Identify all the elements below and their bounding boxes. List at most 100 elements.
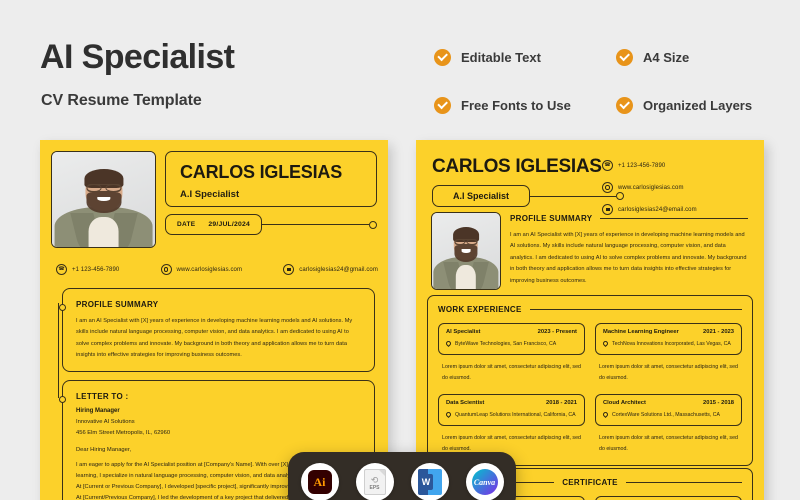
job-card: Data Scientist 2018 - 2021 QuantumLeap S… [438, 393, 585, 426]
screenshot-root: AI Specialist CV Resume Template Editabl… [0, 0, 800, 500]
profile-summary-section: PROFILE SUMMARY I am an AI Specialist wi… [510, 214, 748, 287]
contact-text: +1 123-456-7890 [72, 266, 120, 273]
word-letter: W [419, 474, 433, 490]
globe-icon [160, 264, 172, 275]
section-heading: PROFILE SUMMARY [510, 214, 593, 223]
feature-item-a4-size: A4 Size [616, 44, 689, 71]
job-entry[interactable]: AI Specialist 2023 - Present ByteWave Te… [438, 323, 585, 385]
location-pin-icon [601, 339, 610, 348]
location-pin-icon [444, 339, 453, 348]
check-circle-icon [434, 97, 451, 114]
job-location: CortexWare Solutions Ltd., Massachusetts… [612, 411, 720, 418]
contact-phone[interactable]: ☎ +1 123-456-7890 [56, 264, 119, 275]
avatar [431, 212, 501, 290]
contact-text: www.carlosiglesias.com [618, 184, 684, 191]
location-pin-icon [444, 410, 453, 418]
mail-icon [283, 264, 295, 275]
job-description: Lorem ipsum dolor sit amet, consectetur … [442, 364, 581, 382]
job-years: 2021 - 2023 [703, 329, 734, 335]
date-badge: DATE 29/JUL/2024 [165, 214, 262, 235]
job-title: Cloud Architect [603, 399, 646, 406]
contact-text: carlosiglesias24@gmail.com [299, 266, 378, 273]
adobe-illustrator-icon[interactable]: Ai [300, 463, 339, 500]
avatar [51, 151, 156, 248]
contact-row: ☎ +1 123-456-7890 www.carlosiglesias.com… [56, 264, 378, 275]
work-experience-section: WORK EXPERIENCE AI Specialist 2023 - Pre… [427, 295, 753, 467]
eps-file-icon[interactable]: ⟲ EPS [355, 463, 394, 500]
page-subtitle: CV Resume Template [41, 92, 202, 109]
location-pin-icon [601, 410, 610, 418]
ai-glyph: Ai [307, 470, 332, 494]
section-heading: WORK EXPERIENCE [438, 305, 522, 314]
contact-phone[interactable]: ☎ +1 123-456-7890 [602, 160, 752, 171]
letter-recipient: Hiring Manager [76, 408, 120, 414]
job-entry[interactable]: Machine Learning Engineer 2021 - 2023 Te… [595, 323, 742, 385]
feature-item-organized-layers: Organized Layers [616, 92, 752, 119]
date-row: DATE 29/JUL/2024 [165, 214, 377, 235]
name-box: CARLOS IGLESIAS A.I Specialist [165, 151, 377, 207]
feature-item-editable-text: Editable Text [434, 44, 616, 71]
contact-website[interactable]: www.carlosiglesias.com [160, 264, 243, 275]
heading-rule [600, 218, 748, 219]
section-bullet-dot [59, 304, 66, 311]
job-location: QuantumLeap Solutions International, Cal… [455, 411, 576, 418]
cv-page-left[interactable]: CARLOS IGLESIAS A.I Specialist DATE 29/J… [40, 140, 388, 500]
profile-summary-section: PROFILE SUMMARY I am an AI Specialist wi… [59, 288, 375, 372]
letter-heading: LETTER TO : [76, 392, 129, 401]
job-years: 2023 - Present [537, 329, 577, 335]
job-row: Data Scientist 2018 - 2021 QuantumLeap S… [438, 393, 742, 456]
feature-row: Editable Text A4 Size [434, 44, 774, 71]
job-location: TechNova Innovations Incorporated, Las V… [612, 341, 731, 347]
profile-summary-text: I am an AI Specialist with [X] years of … [510, 232, 747, 284]
job-entry[interactable]: Data Scientist 2018 - 2021 QuantumLeap S… [438, 393, 585, 456]
certificate-card[interactable]: 2023 [595, 496, 742, 500]
letter-company: Innovative AI Solutions [76, 419, 135, 425]
swirl-icon: ⟲ [370, 475, 379, 485]
contact-text: www.carlosiglesias.com [176, 266, 243, 273]
job-entry[interactable]: Cloud Architect 2015 - 2018 CortexWare S… [595, 393, 742, 456]
contact-email[interactable]: carlosiglesias24@gmail.com [283, 264, 378, 275]
date-value: 29/JUL/2024 [208, 221, 250, 228]
candidate-role: A.I Specialist [180, 189, 240, 200]
connector-line [261, 224, 369, 225]
check-circle-icon [616, 49, 633, 66]
job-card: AI Specialist 2023 - Present ByteWave Te… [438, 323, 585, 356]
cv-page-right[interactable]: CARLOS IGLESIAS A.I Specialist ☎ +1 123-… [416, 140, 764, 500]
section-bullet-dot [59, 396, 66, 403]
check-circle-icon [616, 97, 633, 114]
canva-icon[interactable]: Canva [465, 463, 504, 500]
letter-address: 456 Elm Street Metropolis, IL, 62960 [76, 430, 171, 436]
feature-label: Free Fonts to Use [461, 98, 571, 113]
candidate-name: CARLOS IGLESIAS [180, 162, 343, 182]
candidate-name: CARLOS IGLESIAS [432, 156, 602, 177]
contact-text: +1 123-456-7890 [618, 162, 666, 169]
format-dock: Ai ⟲ EPS W Canva [288, 452, 516, 500]
job-description: Lorem ipsum dolor sit amet, consectetur … [599, 364, 738, 382]
feature-label: Organized Layers [643, 98, 753, 113]
role-row: A.I Specialist [432, 185, 624, 207]
profile-summary-text: I am an AI Specialist with [X] years of … [76, 318, 353, 359]
globe-icon [602, 182, 613, 193]
left-header-block: CARLOS IGLESIAS A.I Specialist DATE 29/J… [51, 151, 377, 248]
feature-item-free-fonts: Free Fonts to Use [434, 92, 616, 119]
job-card: Machine Learning Engineer 2021 - 2023 Te… [595, 323, 742, 356]
job-description: Lorem ipsum dolor sit amet, consectetur … [599, 434, 738, 452]
contact-text: carlosiglesias24@email.com [618, 206, 697, 213]
job-title: AI Specialist [446, 329, 481, 335]
page-fold [378, 470, 385, 476]
heading-rule [529, 309, 742, 310]
section-rail [58, 303, 59, 398]
job-title: Data Scientist [446, 399, 485, 406]
job-title: Machine Learning Engineer [603, 329, 679, 335]
job-row: AI Specialist 2023 - Present ByteWave Te… [438, 323, 742, 385]
section-heading-row: PROFILE SUMMARY [510, 214, 748, 223]
heading-rule [625, 482, 742, 483]
job-card: Cloud Architect 2015 - 2018 CortexWare S… [595, 393, 742, 426]
eps-glyph: ⟲ EPS [363, 469, 386, 495]
microsoft-word-icon[interactable]: W [410, 463, 449, 500]
feature-label: A4 Size [643, 50, 690, 65]
contact-website[interactable]: www.carlosiglesias.com [602, 182, 752, 193]
connector-dot [369, 220, 377, 229]
candidate-role: A.I Specialist [432, 185, 531, 207]
date-label: DATE [177, 221, 196, 228]
